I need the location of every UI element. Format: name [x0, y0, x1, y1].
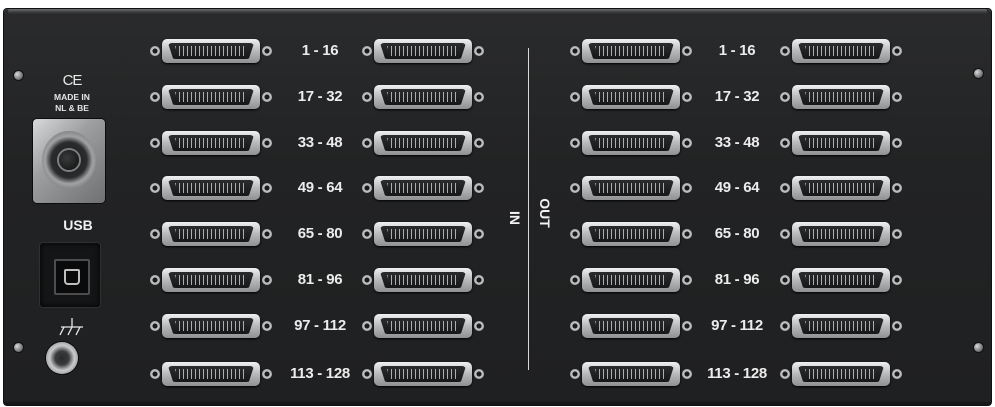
dsub-connector-out-3-b[interactable]	[780, 129, 902, 157]
dsub-connector-in-8-a[interactable]	[150, 360, 272, 388]
ce-mark: CE	[62, 72, 83, 89]
channel-range-label-in: 97 - 112	[294, 317, 346, 334]
channel-range-label-in: 17 - 32	[297, 88, 343, 105]
channel-range-label-in: 81 - 96	[297, 271, 343, 288]
in-label: IN	[507, 211, 523, 225]
channel-range-label-in: 113 - 128	[290, 365, 350, 382]
dsub-connector-out-8-b[interactable]	[780, 360, 902, 388]
usb-port[interactable]	[40, 243, 100, 307]
dsub-connector-out-4-b[interactable]	[780, 174, 902, 202]
dsub-connector-in-4-b[interactable]	[362, 174, 484, 202]
channel-range-label-in: 49 - 64	[297, 179, 343, 196]
screw-icon	[14, 71, 23, 80]
screw-icon	[974, 343, 983, 352]
dsub-connector-in-6-a[interactable]	[150, 266, 272, 294]
dsub-connector-in-3-a[interactable]	[150, 129, 272, 157]
dsub-connector-in-4-a[interactable]	[150, 174, 272, 202]
channel-range-label-out: 97 - 112	[711, 317, 763, 334]
dsub-connector-out-4-a[interactable]	[570, 174, 692, 202]
dsub-connector-out-7-a[interactable]	[570, 312, 692, 340]
dsub-connector-out-3-a[interactable]	[570, 129, 692, 157]
channel-range-label-out: 17 - 32	[714, 88, 760, 105]
screw-icon	[974, 69, 983, 78]
dsub-connector-in-7-b[interactable]	[362, 312, 484, 340]
dsub-connector-out-2-b[interactable]	[780, 83, 902, 111]
channel-range-label-out: 1 - 16	[718, 42, 756, 59]
dsub-connector-out-1-a[interactable]	[570, 37, 692, 65]
dsub-connector-out-5-a[interactable]	[570, 220, 692, 248]
channel-range-label-out: 113 - 128	[707, 365, 767, 382]
ground-post-icon[interactable]	[46, 342, 78, 374]
dsub-connector-in-1-b[interactable]	[362, 37, 484, 65]
channel-range-label-out: 81 - 96	[714, 271, 760, 288]
in-out-divider	[528, 48, 529, 370]
rack-bottom-edge	[4, 402, 991, 405]
out-label: OUT	[537, 198, 553, 228]
dsub-connector-in-2-b[interactable]	[362, 83, 484, 111]
dsub-connector-out-6-a[interactable]	[570, 266, 692, 294]
made-in-label: MADE IN NL & BE	[54, 92, 90, 113]
power-connector[interactable]	[33, 119, 105, 203]
dsub-connector-out-5-b[interactable]	[780, 220, 902, 248]
dsub-connector-in-5-a[interactable]	[150, 220, 272, 248]
dsub-connector-out-8-a[interactable]	[570, 360, 692, 388]
channel-range-label-in: 33 - 48	[297, 134, 343, 151]
dsub-connector-in-6-b[interactable]	[362, 266, 484, 294]
channel-range-label-out: 33 - 48	[714, 134, 760, 151]
dsub-connector-out-7-b[interactable]	[780, 312, 902, 340]
channel-range-label-in: 65 - 80	[297, 225, 343, 242]
rear-panel	[4, 9, 991, 405]
dsub-connector-out-2-a[interactable]	[570, 83, 692, 111]
channel-range-label-out: 49 - 64	[714, 179, 760, 196]
dsub-connector-in-2-a[interactable]	[150, 83, 272, 111]
usb-label: USB	[63, 217, 93, 233]
dsub-connector-out-6-b[interactable]	[780, 266, 902, 294]
dsub-connector-in-5-b[interactable]	[362, 220, 484, 248]
dsub-connector-in-7-a[interactable]	[150, 312, 272, 340]
usb-b-port-icon	[54, 259, 90, 295]
rack-top-lip	[8, 9, 987, 14]
screw-icon	[14, 343, 23, 352]
channel-range-label-out: 65 - 80	[714, 225, 760, 242]
dsub-connector-in-3-b[interactable]	[362, 129, 484, 157]
dsub-connector-in-1-a[interactable]	[150, 37, 272, 65]
ground-symbol-icon	[59, 318, 83, 336]
power-connector-icon	[42, 131, 96, 189]
dsub-connector-in-8-b[interactable]	[362, 360, 484, 388]
dsub-connector-out-1-b[interactable]	[780, 37, 902, 65]
channel-range-label-in: 1 - 16	[301, 42, 339, 59]
